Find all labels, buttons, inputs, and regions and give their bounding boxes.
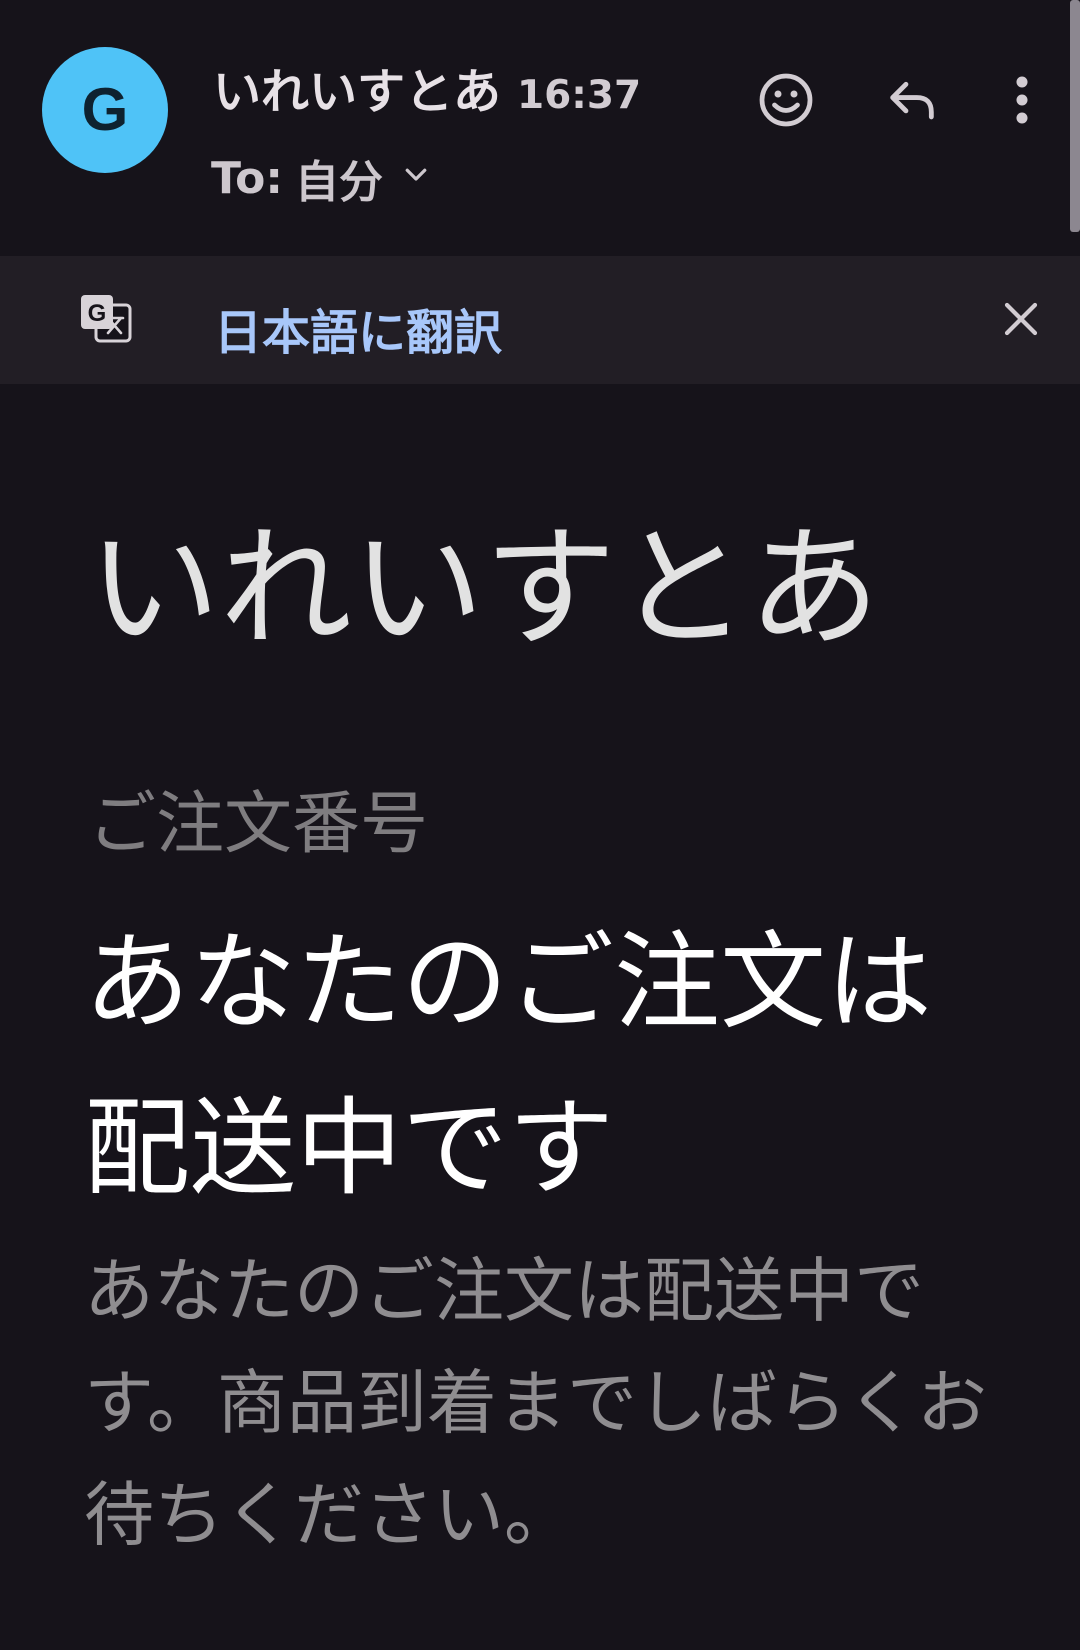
email-body-text: あなたのご注文は配送中です。商品到着までしばらくお待ちください。 [84, 1250, 987, 1556]
email-headline: あなたのご注文は配送中です [84, 921, 932, 1210]
emoji-icon [759, 73, 813, 127]
email-brand-title: いれいすとあ [88, 512, 880, 666]
translate-link[interactable]: 日本語に翻訳 [214, 293, 502, 363]
order-number-label: ご注文番号 [88, 785, 429, 864]
recipient-prefix: To: [211, 152, 283, 204]
reply-button[interactable] [874, 62, 950, 138]
recipient-name: 自分 [295, 157, 383, 208]
sender-line: いれいすとあ 16:37 [213, 52, 641, 122]
chevron-down-icon [405, 168, 427, 181]
more-options-button[interactable] [1000, 62, 1044, 138]
add-reaction-button[interactable] [748, 62, 824, 138]
avatar-letter: G [81, 76, 129, 143]
svg-text:G: G [88, 300, 107, 327]
translate-icon: G [81, 295, 132, 343]
email-view: G いれいすとあ 16:37 To: 自分 G 日本語に翻訳 いれいすとあ ご注… [0, 0, 1080, 1650]
close-icon [1004, 302, 1038, 336]
close-translate-button[interactable] [996, 294, 1046, 344]
sender-name[interactable]: いれいすとあ [213, 52, 501, 122]
more-vert-icon [1016, 76, 1028, 124]
sent-time: 16:37 [517, 73, 642, 118]
translate-bar [0, 256, 1080, 384]
sender-avatar[interactable]: G [42, 47, 168, 173]
recipient-details-toggle[interactable]: To: 自分 [211, 146, 431, 210]
reply-icon [890, 81, 934, 120]
email-header: G いれいすとあ 16:37 To: 自分 [0, 0, 1080, 256]
scrollbar-thumb[interactable] [1070, 0, 1080, 232]
